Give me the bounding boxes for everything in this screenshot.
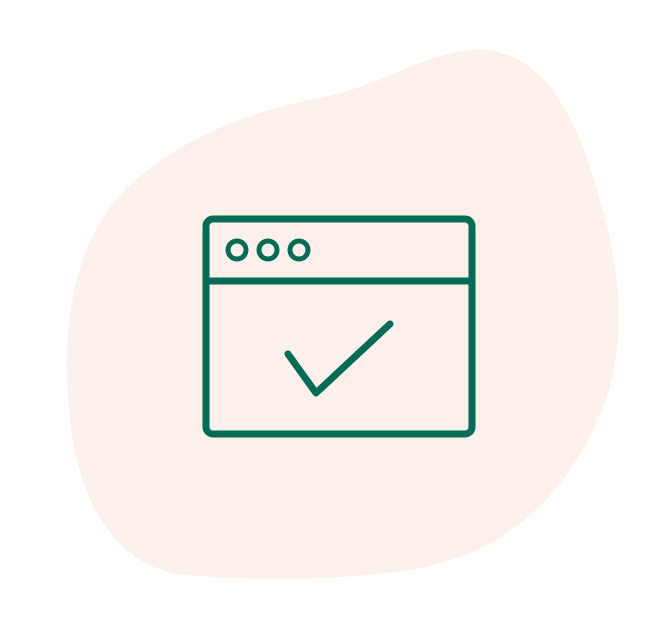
- background-blob: [66, 49, 619, 579]
- illustration-svg: [66, 49, 619, 579]
- illustration: [0, 0, 657, 634]
